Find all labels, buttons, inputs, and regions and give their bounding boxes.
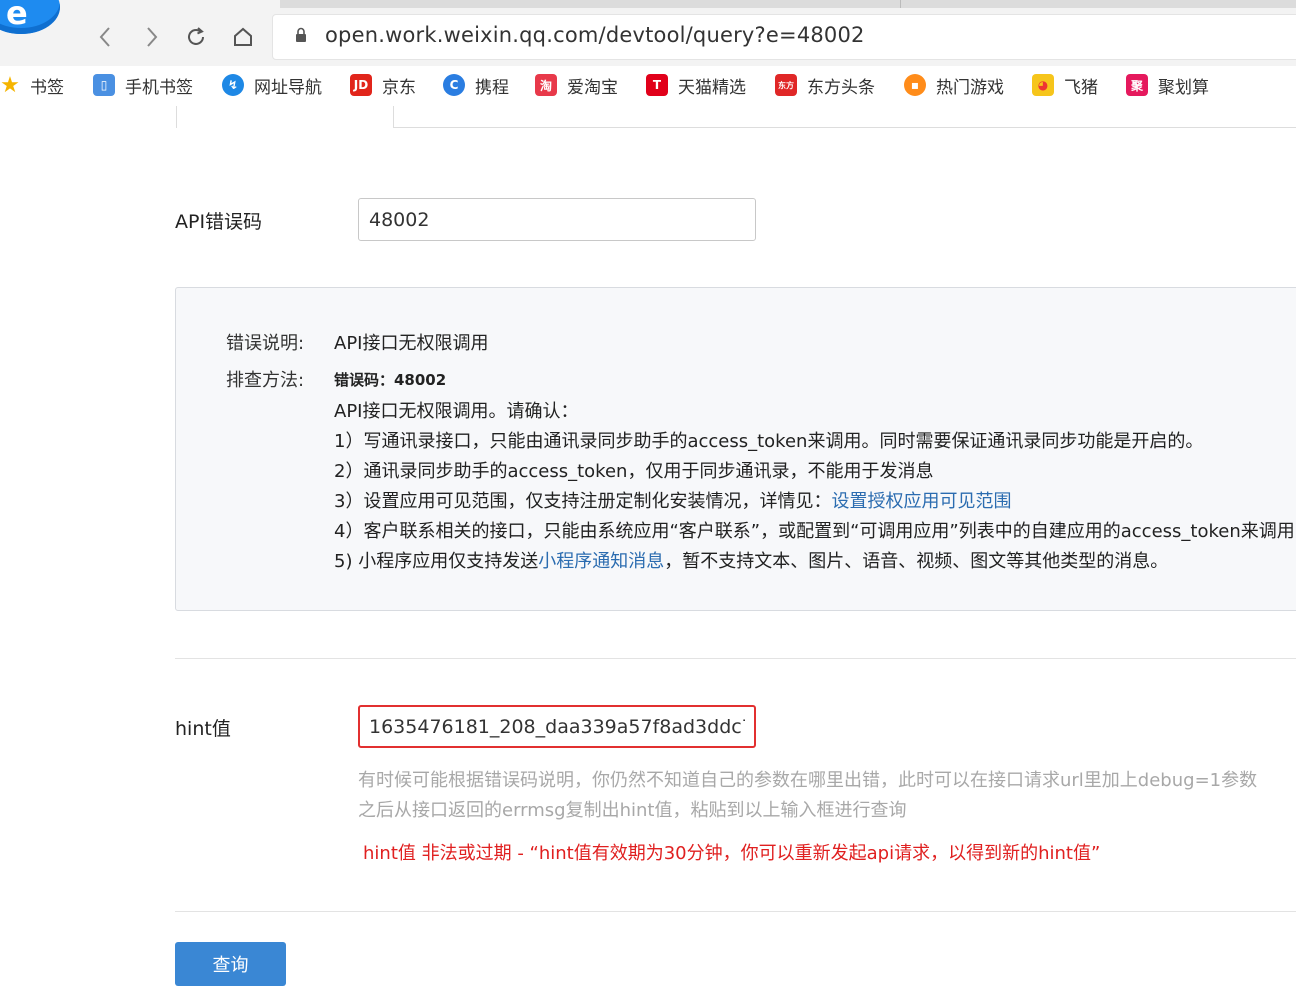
lock-icon — [296, 27, 306, 42]
taobao-icon: 淘 — [535, 74, 557, 96]
item-5-suffix: ，暂不支持文本、图片、语音、视频、图文等其他类型的消息。 — [664, 551, 1169, 572]
tab-border-fragment — [176, 106, 177, 128]
hint-input[interactable] — [358, 705, 756, 748]
bookmark-label: 书签 — [30, 77, 64, 98]
jd-icon: JD — [350, 74, 372, 96]
bookmark-ctrip[interactable]: C 携程 — [443, 72, 509, 98]
bookmark-toutiao[interactable]: 东方 东方头条 — [775, 72, 875, 98]
error-desc-value: API接口无权限调用 — [334, 333, 489, 354]
ctrip-icon: C — [443, 74, 465, 96]
help-text-line-1: 有时候可能根据错误码说明，你仍然不知道自己的参数在哪里出错，此时可以在接口请求u… — [358, 770, 1258, 791]
bookmark-label: 京东 — [382, 77, 416, 98]
item-3-text: 3）设置应用可见范围，仅支持注册定制化安装情况，详情见： — [334, 491, 832, 512]
troubleshoot-item-2: 2）通讯录同步助手的access_token，仅用于同步通讯录，不能用于发消息 — [334, 461, 934, 482]
error-desc-label: 错误说明: — [226, 333, 305, 354]
tmall-icon: T — [646, 74, 668, 96]
toutiao-icon: 东方 — [775, 74, 797, 96]
troubleshoot-item-4: 4）客户联系相关的接口，只能由系统应用“客户联系”，或配置到“可调用应用”列表中… — [334, 521, 1295, 542]
item-5-prefix: 5) 小程序应用仅支持发送 — [334, 551, 539, 572]
chevron-right-icon — [147, 27, 158, 47]
bookmark-label: 热门游戏 — [936, 77, 1004, 98]
bookmark-tmall[interactable]: T 天猫精选 — [646, 72, 746, 98]
home-icon — [234, 27, 252, 46]
troubleshoot-label: 排查方法: — [226, 370, 305, 391]
home-button[interactable] — [228, 22, 258, 52]
error-code-line: 错误码：48002 — [334, 371, 447, 389]
back-button[interactable] — [90, 22, 120, 52]
bookmark-taobao[interactable]: 淘 爱淘宝 — [535, 72, 618, 98]
chevron-left-icon — [99, 27, 110, 47]
star-icon: ★ — [0, 72, 20, 98]
nav-icon: ↯ — [222, 74, 244, 96]
divider — [175, 658, 1296, 659]
bookmark-label: 手机书签 — [125, 77, 193, 98]
bookmark-shuqian[interactable]: ★ 书签 — [0, 72, 64, 98]
hint-label: hint值 — [175, 718, 231, 740]
reload-icon — [188, 27, 204, 45]
bookmark-label: 聚划算 — [1158, 77, 1209, 98]
browser-logo-icon: e — [0, 0, 60, 34]
troubleshoot-item-3: 3）设置应用可见范围，仅支持注册定制化安装情况，详情见：设置授权应用可见范围 — [334, 487, 1011, 513]
troubleshoot-item-1: 1）写通讯录接口，只能由通讯录同步助手的access_token来调用。同时需要… — [334, 431, 1204, 452]
bookmark-label: 飞猪 — [1064, 77, 1098, 98]
address-bar[interactable]: open.work.weixin.qq.com/devtool/query?e=… — [272, 14, 1296, 60]
divider — [175, 911, 1296, 912]
tab-border-fragment — [393, 106, 1296, 128]
bookmark-juhuasuan[interactable]: 聚 聚划算 — [1126, 72, 1209, 98]
bookmark-label: 爱淘宝 — [567, 77, 618, 98]
juhuasuan-icon: 聚 — [1126, 74, 1148, 96]
bookmark-label: 东方头条 — [807, 77, 875, 98]
visibility-scope-link[interactable]: 设置授权应用可见范围 — [831, 491, 1011, 512]
reload-button[interactable] — [181, 22, 211, 52]
forward-button[interactable] — [137, 22, 167, 52]
help-text-line-2: 之后从接口返回的errmsg复制出hint值，粘贴到以上输入框进行查询 — [358, 800, 907, 821]
troubleshoot-intro: API接口无权限调用。请确认： — [334, 401, 579, 422]
bookmark-label: 网址导航 — [254, 77, 322, 98]
game-icon: ▪ — [904, 74, 926, 96]
error-info-panel: 错误说明: API接口无权限调用 排查方法: 错误码：48002 API接口无权… — [175, 287, 1296, 611]
api-code-input[interactable] — [358, 198, 756, 241]
phone-icon: ▯ — [93, 74, 115, 96]
hint-error-message: hint值 非法或过期 - “hint值有效期为30分钟，你可以重新发起api请… — [363, 843, 1101, 864]
bookmark-label: 携程 — [475, 77, 509, 98]
bookmarks-bar: ★ 书签 ▯ 手机书签 ↯ 网址导航 JD 京东 C 携程 淘 爱淘宝 T 天猫… — [0, 66, 1296, 106]
miniprogram-notice-link[interactable]: 小程序通知消息 — [538, 551, 664, 572]
bookmark-mobile[interactable]: ▯ 手机书签 — [93, 72, 193, 98]
bookmark-jd[interactable]: JD 京东 — [350, 72, 416, 98]
bookmark-nav[interactable]: ↯ 网址导航 — [222, 72, 322, 98]
query-button[interactable]: 查询 — [175, 942, 286, 986]
troubleshoot-item-5: 5) 小程序应用仅支持发送小程序通知消息，暂不支持文本、图片、语音、视频、图文等… — [334, 547, 1168, 573]
bookmark-game[interactable]: ▪ 热门游戏 — [904, 72, 1004, 98]
api-code-label: API错误码 — [175, 211, 263, 233]
browser-toolbar: e open.work.weixin.qq.com/devtool/query?… — [0, 0, 1296, 66]
bookmark-fliggy[interactable]: ◕ 飞猪 — [1032, 72, 1098, 98]
url-text[interactable]: open.work.weixin.qq.com/devtool/query?e=… — [325, 23, 865, 47]
bookmark-label: 天猫精选 — [678, 77, 746, 98]
tab-strip — [280, 0, 1296, 8]
fliggy-icon: ◕ — [1032, 74, 1054, 96]
